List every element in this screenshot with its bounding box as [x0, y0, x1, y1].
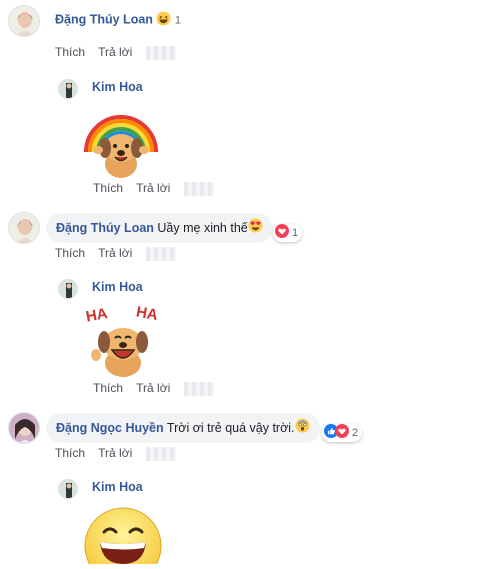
love-reaction-icon — [335, 423, 349, 443]
screaming-emoji-icon — [295, 414, 310, 444]
reply-link[interactable]: Trả lời — [98, 45, 132, 59]
love-reaction-icon — [275, 223, 289, 243]
reaction-count: 1 — [292, 227, 299, 239]
avatar[interactable] — [8, 412, 40, 444]
heart-eyes-emoji-icon — [248, 214, 263, 244]
reply-link[interactable]: Trả lời — [98, 246, 132, 260]
like-link[interactable]: Thích — [55, 45, 85, 59]
avatar[interactable] — [58, 279, 78, 299]
comment-bubble: Đặng Ngọc Huyền Trời ơi trẻ quá vậy trời… — [46, 413, 320, 443]
like-link[interactable]: Thích — [93, 181, 123, 195]
reply-link[interactable]: Trả lời — [98, 446, 132, 460]
avatar[interactable] — [8, 5, 40, 37]
timestamp — [145, 45, 176, 60]
reaction-count[interactable]: 1 — [175, 14, 181, 26]
reply-author[interactable]: Kim Hoa — [92, 280, 143, 294]
avatar[interactable] — [58, 79, 78, 99]
like-link[interactable]: Thích — [93, 381, 123, 395]
like-link[interactable]: Thích — [55, 246, 85, 260]
comment-author[interactable]: Đặng Thúy Loan — [55, 12, 153, 26]
laughing-emoji-icon — [156, 11, 171, 29]
reaction-summary[interactable]: 1 — [273, 223, 303, 243]
like-link[interactable]: Thích — [55, 446, 85, 460]
reply-author[interactable]: Kim Hoa — [92, 480, 143, 494]
sticker-text-ha-right: HA — [135, 303, 159, 324]
timestamp — [145, 446, 176, 461]
reply-author[interactable]: Kim Hoa — [92, 80, 143, 94]
reaction-count: 2 — [352, 427, 359, 439]
comment-bubble: Đặng Thúy Loan Uầy mẹ xinh thế — [46, 213, 273, 243]
comment-text: Trời ơi trẻ quá vậy trời. — [166, 421, 295, 435]
haha-puppy-sticker[interactable]: HA HA — [82, 300, 164, 385]
timestamp — [183, 181, 214, 196]
timestamp — [183, 381, 214, 396]
rainbow-puppy-sticker[interactable] — [82, 104, 160, 187]
sticker-text-ha-left: HA — [85, 305, 109, 326]
reply-link[interactable]: Trả lời — [136, 381, 170, 395]
timestamp — [145, 246, 176, 261]
avatar[interactable] — [58, 479, 78, 499]
reaction-summary[interactable]: 2 — [322, 423, 363, 443]
laughing-face-sticker[interactable] — [82, 506, 164, 569]
comment-text: Uầy mẹ xinh thế — [157, 221, 248, 235]
comment-author[interactable]: Đặng Thúy Loan — [56, 221, 154, 235]
reply-link[interactable]: Trả lời — [136, 181, 170, 195]
avatar[interactable] — [8, 212, 40, 244]
comment-author[interactable]: Đặng Ngọc Huyền — [56, 421, 164, 435]
